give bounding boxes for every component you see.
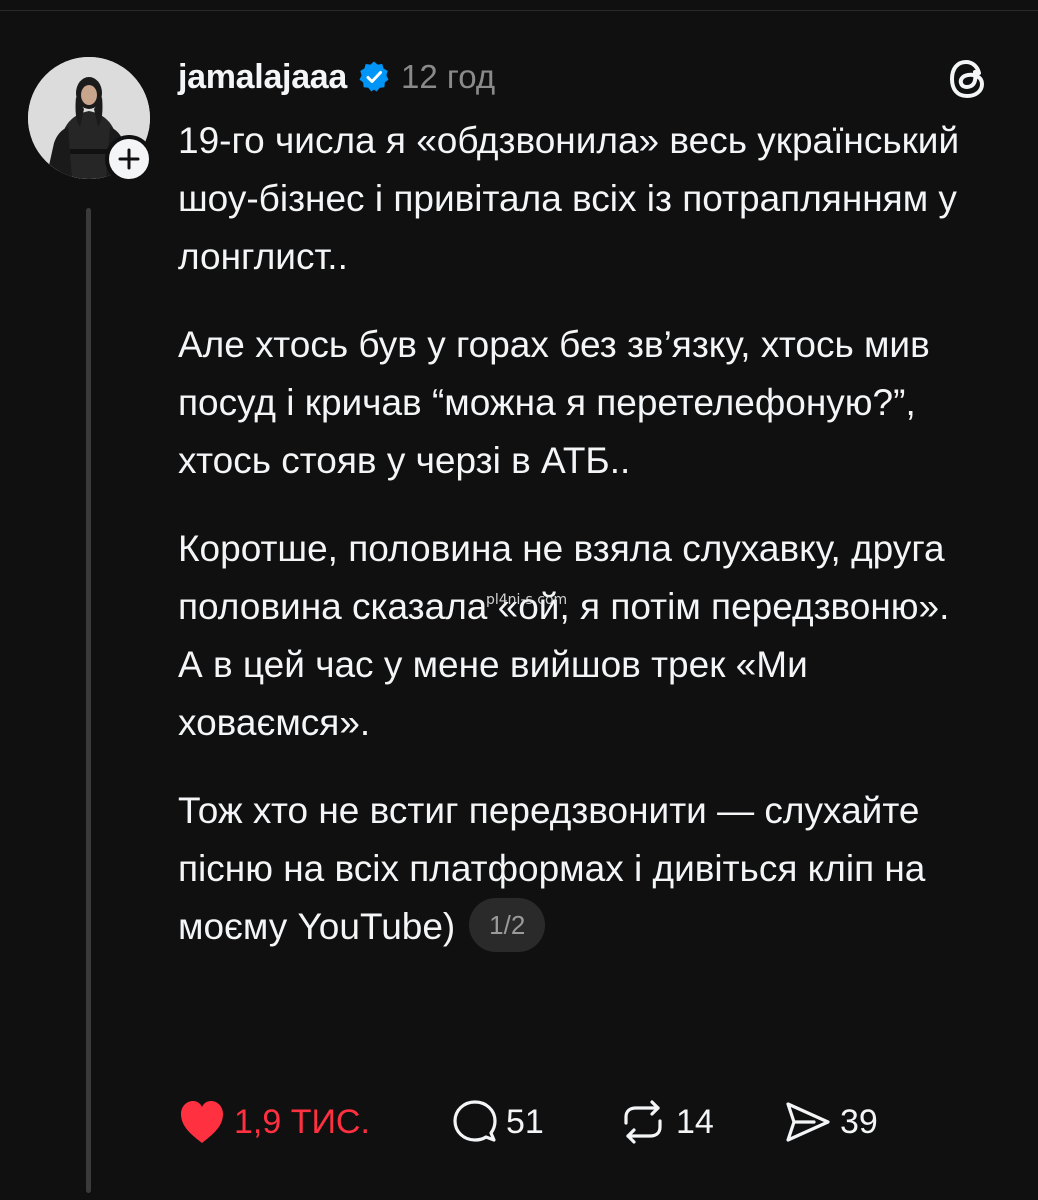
post-text: 19-го числа я «обдзвонила» весь українсь… [178, 112, 998, 956]
post-paragraph-1: 19-го числа я «обдзвонила» весь українсь… [178, 120, 970, 277]
post-paragraph-3: Коротше, половина не взяла слухавку, дру… [178, 528, 955, 627]
share-button[interactable]: 39 [784, 1096, 878, 1148]
heart-icon [181, 1101, 223, 1143]
action-bar: 1,9 ТИС. 51 14 39 [178, 1096, 938, 1148]
like-button[interactable]: 1,9 ТИС. [178, 1096, 370, 1148]
watermark: pl4ni-s.com [486, 592, 568, 608]
username[interactable]: jamalajaaa [178, 58, 347, 97]
plus-icon [118, 148, 140, 170]
comment-button[interactable]: 51 [452, 1096, 544, 1148]
post-paragraph-4: А в цей час у мене вийшов трек «Ми ховає… [178, 644, 819, 743]
post-paragraph-5: Тож хто не встиг передзвонити — слухайте… [178, 782, 998, 956]
repost-icon [624, 1100, 662, 1144]
threads-logo-icon[interactable] [946, 56, 992, 102]
page-indicator[interactable]: 1/2 [469, 898, 546, 953]
comment-icon [453, 1100, 497, 1142]
share-icon [786, 1102, 830, 1142]
post-header: jamalajaaa 12 год [178, 52, 495, 102]
like-count: 1,9 ТИС. [234, 1102, 370, 1141]
share-count: 39 [840, 1102, 878, 1141]
top-divider [0, 10, 1038, 11]
post-paragraph-2: Але хтось був у горах без зв’язку, хтось… [178, 324, 941, 481]
follow-plus-button[interactable] [105, 135, 153, 183]
post-paragraph-5-text: Тож хто не встиг передзвонити — слухайте… [178, 790, 936, 947]
repost-count: 14 [676, 1102, 714, 1141]
verified-badge-icon [357, 60, 391, 94]
thread-line [86, 208, 91, 1193]
comment-count: 51 [506, 1102, 544, 1141]
timestamp: 12 год [401, 58, 496, 95]
repost-button[interactable]: 14 [618, 1096, 714, 1148]
